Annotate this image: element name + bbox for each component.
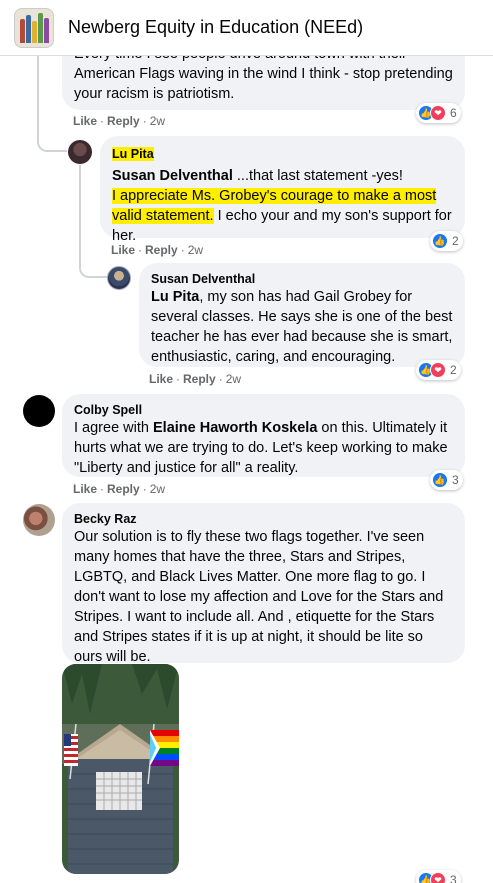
- reply-button[interactable]: Reply: [107, 482, 140, 496]
- avatar[interactable]: [23, 504, 55, 536]
- like-button[interactable]: Like: [73, 482, 97, 496]
- like-icon: 👍: [432, 233, 448, 249]
- comment-author[interactable]: Lu Pita: [112, 147, 154, 161]
- reaction-count: 2: [452, 234, 459, 248]
- comment-bubble: Colby Spell I agree with Elaine Haworth …: [62, 394, 465, 477]
- mention-link[interactable]: Susan Delventhal: [112, 168, 233, 184]
- like-icon: 👍: [432, 472, 448, 488]
- group-header-overlay: Newberg Equity in Education (NEEd): [0, 0, 493, 56]
- comment-text: ...that last statement -yes!: [232, 168, 403, 184]
- comment-author[interactable]: Colby Spell: [74, 402, 453, 418]
- mention-link[interactable]: Lu Pita: [151, 289, 199, 305]
- comment-actions: Like · Reply · 2w: [149, 372, 242, 386]
- reaction-count: 3: [452, 473, 459, 487]
- reply-button[interactable]: Reply: [107, 114, 140, 128]
- like-button[interactable]: Like: [73, 114, 97, 128]
- comment-bubble: Lu Pita Susan Delventhal ...that last st…: [100, 136, 465, 244]
- avatar[interactable]: [68, 140, 92, 164]
- comment-actions: Like · Reply · 2w: [73, 114, 166, 128]
- love-icon: ❤: [430, 872, 446, 883]
- reaction-summary[interactable]: 👍 3: [430, 470, 463, 490]
- group-title[interactable]: Newberg Equity in Education (NEEd): [68, 17, 363, 38]
- timestamp[interactable]: 2w: [150, 482, 165, 496]
- reply-button[interactable]: Reply: [183, 372, 216, 386]
- reaction-count: 6: [450, 106, 457, 120]
- love-icon: ❤: [430, 105, 446, 121]
- reaction-summary[interactable]: 👍 2: [430, 231, 463, 251]
- like-button[interactable]: Like: [149, 372, 173, 386]
- comment-actions: Like · Reply · 2w: [111, 243, 204, 257]
- timestamp[interactable]: 2w: [150, 114, 165, 128]
- like-button[interactable]: Like: [111, 243, 135, 257]
- thread-connector: [79, 250, 107, 278]
- reaction-count: 3: [450, 873, 457, 883]
- avatar[interactable]: [107, 266, 131, 290]
- comment-author[interactable]: Susan Delventhal: [151, 271, 453, 287]
- comment-actions: Like · Reply · 2w: [73, 482, 166, 496]
- timestamp[interactable]: 2w: [188, 243, 203, 257]
- mention-link[interactable]: Elaine Haworth Koskela: [153, 420, 317, 436]
- comment-author[interactable]: Becky Raz: [74, 511, 453, 527]
- avatar[interactable]: [23, 395, 55, 427]
- reaction-count: 2: [450, 363, 457, 377]
- comment-text: I agree with: [74, 420, 153, 436]
- comment-bubble: Susan Delventhal Lu Pita, my son has had…: [139, 263, 465, 367]
- comment-photo[interactable]: [62, 664, 179, 874]
- reaction-summary[interactable]: 👍 ❤ 6: [416, 103, 461, 123]
- house-flags-photo: [62, 664, 179, 874]
- comment-bubble: Becky Raz Our solution is to fly these t…: [62, 503, 465, 665]
- timestamp[interactable]: 2w: [226, 372, 241, 386]
- group-avatar[interactable]: [14, 7, 54, 48]
- reaction-summary[interactable]: 👍 ❤ 2: [416, 360, 461, 380]
- reply-button[interactable]: Reply: [145, 243, 178, 257]
- comment-text: American Flags waving in the wind I thin…: [74, 66, 453, 102]
- love-icon: ❤: [430, 362, 446, 378]
- thread-connector: [37, 120, 67, 152]
- comment-text: Our solution is to fly these two flags t…: [74, 529, 444, 665]
- reaction-summary[interactable]: 👍 ❤ 3: [416, 870, 461, 883]
